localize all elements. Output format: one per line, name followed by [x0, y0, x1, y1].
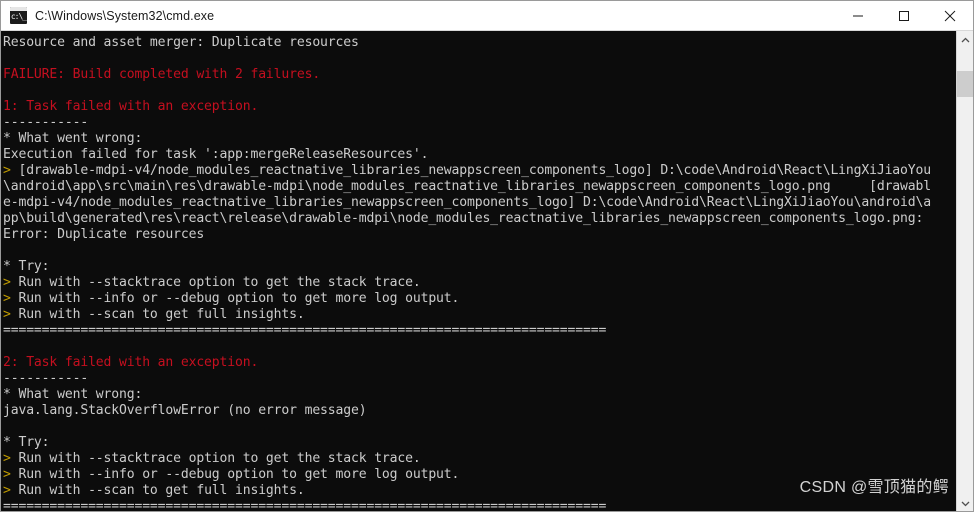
- cmd-icon-glyph: c:\_: [10, 12, 27, 21]
- console-line-prefix: >: [3, 467, 19, 482]
- console-line-prefix: >: [3, 451, 19, 466]
- cmd-console-icon: c:\_: [10, 7, 27, 24]
- scrollbar-thumb[interactable]: [957, 71, 973, 97]
- console-line-text: Run with --info or --debug option to get…: [18, 467, 460, 482]
- console-line: -----------: [3, 371, 89, 386]
- console-line: 1: Task failed with an exception.: [3, 99, 259, 114]
- console-line: FAILURE: Build completed with 2 failures…: [3, 67, 321, 82]
- chevron-down-icon: [961, 501, 969, 506]
- console-line: Resource and asset merger: Duplicate res…: [3, 35, 359, 50]
- console-area: Resource and asset merger: Duplicate res…: [1, 31, 973, 512]
- console-line: pp\build\generated\res\react\release\dra…: [3, 211, 924, 226]
- console-line: * What went wrong:: [3, 387, 143, 402]
- console-line: \android\app\src\main\res\drawable-mdpi\…: [3, 179, 931, 194]
- console-line: > Run with --info or --debug option to g…: [3, 291, 956, 307]
- console-line: Error: Duplicate resources: [3, 227, 205, 242]
- console-line: * What went wrong:: [3, 131, 143, 146]
- console-line: > Run with --stacktrace option to get th…: [3, 275, 956, 291]
- console-line-prefix: >: [3, 291, 19, 306]
- console-line: > Run with --stacktrace option to get th…: [3, 451, 956, 467]
- console-line-text: Run with --stacktrace option to get the …: [18, 275, 421, 290]
- console-line: > Run with --scan to get full insights.: [3, 307, 956, 323]
- console-output[interactable]: Resource and asset merger: Duplicate res…: [1, 31, 956, 512]
- console-line-text: Run with --scan to get full insights.: [18, 307, 305, 322]
- scroll-down-button[interactable]: [957, 495, 973, 511]
- console-line: * Try:: [3, 435, 50, 450]
- console-line-text: Run with --stacktrace option to get the …: [18, 451, 421, 466]
- console-line-prefix: >: [3, 483, 19, 498]
- cmd-window: c:\_ C:\Windows\System32\cmd.exe Resourc…: [0, 0, 974, 512]
- console-line: 2: Task failed with an exception.: [3, 355, 259, 370]
- console-line: * Try:: [3, 259, 50, 274]
- console-line: > Run with --scan to get full insights.: [3, 483, 956, 499]
- maximize-icon: [899, 10, 909, 21]
- console-line-text: Run with --scan to get full insights.: [18, 483, 305, 498]
- console-line: > [drawable-mdpi-v4/node_modules_reactna…: [3, 163, 956, 179]
- window-controls: [835, 1, 973, 31]
- chevron-up-icon: [961, 37, 969, 42]
- minimize-icon: [853, 15, 863, 16]
- scroll-up-button[interactable]: [957, 31, 973, 48]
- console-line: > Run with --info or --debug option to g…: [3, 467, 956, 483]
- console-line: ========================================…: [3, 499, 607, 512]
- console-line: ========================================…: [3, 323, 607, 338]
- console-line-prefix: >: [3, 163, 19, 178]
- console-line: -----------: [3, 115, 89, 130]
- console-line: java.lang.StackOverflowError (no error m…: [3, 403, 367, 418]
- console-line-text: Run with --info or --debug option to get…: [18, 291, 460, 306]
- console-line: Execution failed for task ':app:mergeRel…: [3, 147, 429, 162]
- maximize-button[interactable]: [881, 1, 927, 31]
- console-line-prefix: >: [3, 275, 19, 290]
- window-title: C:\Windows\System32\cmd.exe: [35, 8, 215, 23]
- console-line-text: [drawable-mdpi-v4/node_modules_reactnati…: [18, 163, 931, 178]
- title-bar: c:\_ C:\Windows\System32\cmd.exe: [1, 1, 973, 31]
- close-button[interactable]: [927, 1, 973, 31]
- minimize-button[interactable]: [835, 1, 881, 31]
- vertical-scrollbar[interactable]: [956, 31, 973, 511]
- console-line: e-mdpi-v4/node_modules_reactnative_libra…: [3, 195, 931, 210]
- close-icon: [944, 10, 956, 21]
- console-line-prefix: >: [3, 307, 19, 322]
